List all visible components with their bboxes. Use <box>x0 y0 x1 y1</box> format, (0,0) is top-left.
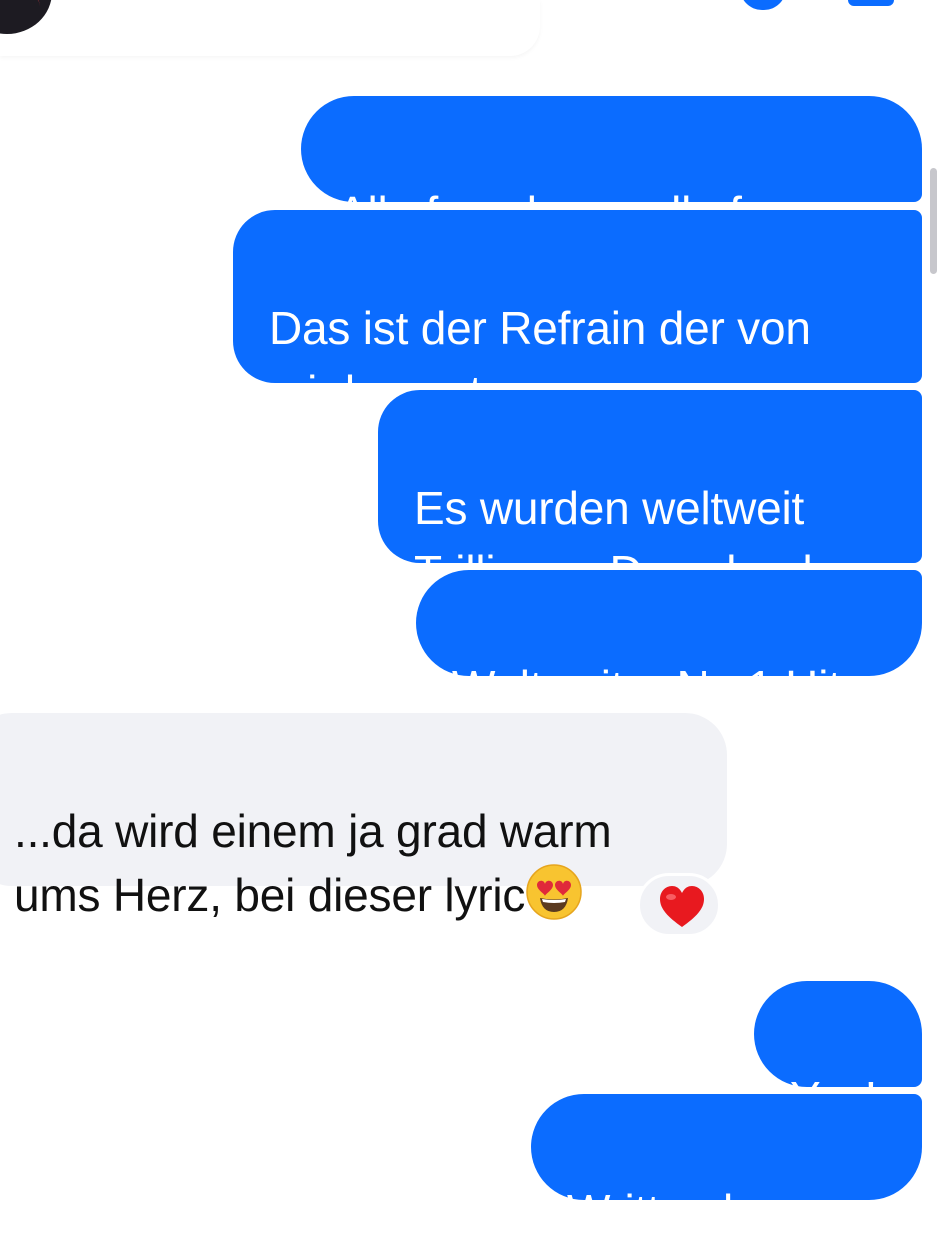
message-bubble-outgoing[interactable]: Written by me <box>531 1094 922 1237</box>
message-bubble-outgoing[interactable]: Das ist der Refrain der von mir kommt. <box>233 210 922 418</box>
message-bubble-outgoing[interactable]: Weltweiter Nr. 1 Hit <box>416 570 922 713</box>
message-text: Written by me <box>567 1185 848 1237</box>
message-text: ...da wird einem ja grad warm ums Herz, … <box>14 805 612 921</box>
scrollbar[interactable] <box>930 168 937 274</box>
message-text: Weltweiter Nr. 1 Hit <box>452 661 841 713</box>
message-bubble-outgoing[interactable]: All of me loves all of you <box>301 96 922 239</box>
contact-avatar[interactable] <box>0 0 52 34</box>
message-bubble-outgoing[interactable]: Yes! <box>754 981 922 1124</box>
video-icon[interactable] <box>848 0 894 6</box>
red-heart-emoji-icon <box>660 886 704 927</box>
message-bubble-outgoing[interactable]: Es wurden weltweit Trillionen Downloads <box>378 390 922 598</box>
chat-header <box>0 0 945 58</box>
avatar-ring <box>0 0 40 28</box>
contact-header-card[interactable] <box>0 0 540 56</box>
call-icon[interactable] <box>740 0 786 10</box>
message-bubble-incoming[interactable]: ...da wird einem ja grad warm ums Herz, … <box>0 713 727 921</box>
message-reaction[interactable] <box>637 873 721 937</box>
heart-eyes-emoji-icon <box>525 863 583 921</box>
